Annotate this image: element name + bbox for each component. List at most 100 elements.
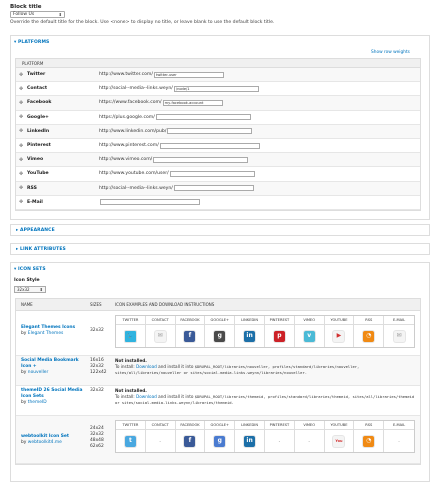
platform-url-input[interactable]: /node/1 — [173, 85, 259, 92]
drag-handle-icon[interactable]: ✥ — [19, 86, 27, 92]
drag-handle-icon[interactable]: ✥ — [19, 199, 27, 205]
author-link[interactable]: webtoolkit4.me — [28, 440, 62, 445]
platform-row-rss: ✥ RSS http://social--media--links.weyn/ — [16, 181, 420, 196]
sizes-header: SIZES — [90, 302, 102, 307]
platform-url-prefix: http://www.twitter.com/ — [99, 72, 153, 78]
platform-url-prefix: http://www.youtube.com/user/ — [99, 171, 169, 177]
platform-row-pinterest: ✥ Pinterest http://www.pinterest.com/ — [16, 139, 420, 154]
example-header-contact: CONTACT — [146, 316, 176, 324]
platform-url-input[interactable] — [169, 170, 255, 177]
platform-name: Vimeo — [27, 157, 44, 163]
block-title-input[interactable]: Follow Us ⬍ — [10, 11, 65, 18]
example-header-rss: RSS — [354, 421, 385, 429]
link-attributes-fieldset[interactable]: ▸ LINK ATTRIBUTES — [10, 243, 430, 255]
icon-set-sizes: 32x32 — [90, 328, 104, 333]
example-header-vimeo: VIMEO — [295, 316, 325, 324]
facebook-icon: f — [184, 330, 196, 342]
block-title-label: Block title — [10, 4, 42, 10]
icon-style-select[interactable]: 32x32 ⬍ — [14, 286, 46, 293]
download-link[interactable]: Download — [136, 394, 157, 399]
icon-set-name[interactable]: Social Media Bookmark Icon + — [21, 358, 88, 370]
table-row: Elegant Themes Icons by Elegant Themes 3… — [16, 311, 420, 356]
platform-row-linkedin: ✥ LinkedIn http://www.linkedin.com/pub/ — [16, 124, 420, 139]
pinterest-icon: p — [273, 330, 285, 342]
drag-handle-icon[interactable]: ✥ — [19, 114, 27, 120]
drag-handle-icon[interactable]: ✥ — [19, 72, 27, 78]
platform-row-twitter: ✥ Twitter http://www.twitter.com/twitter-u… — [16, 68, 420, 83]
platform-name: Google+ — [27, 114, 49, 120]
linkedin-icon: in — [244, 435, 256, 447]
platform-name: Twitter — [27, 72, 46, 78]
platform-column-header: PLATFORM — [16, 59, 420, 68]
platform-url-input[interactable] — [167, 128, 253, 135]
table-row: webtoolkit Icon Set by webtoolkit4.me 24… — [16, 416, 420, 464]
table-row: themeID 26 Social Media Icon Sets by the… — [16, 386, 420, 416]
googleplus-icon: g — [214, 330, 226, 342]
examples-header: ICON EXAMPLES AND DOWNLOAD INSTRUCTIONS — [115, 302, 215, 307]
platform-url-prefix: http://social--media--links.weyn/ — [99, 185, 173, 191]
author-link[interactable]: nouveller — [28, 370, 49, 375]
platform-url-prefix: http://www.pinterest.com/ — [99, 143, 159, 149]
platform-url-input[interactable] — [173, 185, 254, 192]
example-header-rss: RSS — [354, 316, 385, 324]
example-header-facebook: FACEBOOK — [176, 316, 206, 324]
drag-handle-icon[interactable]: ✥ — [19, 143, 27, 149]
block-title-description: Override the default title for the block… — [10, 20, 275, 25]
platform-url-input[interactable] — [159, 142, 260, 149]
platform-url-input[interactable] — [155, 114, 251, 121]
drag-handle-icon[interactable]: ✥ — [19, 185, 27, 191]
chevron-down-icon: ⬍ — [39, 287, 43, 292]
platform-url-input[interactable]: twitter-user — [153, 71, 224, 78]
drag-handle-icon[interactable]: ✥ — [19, 157, 27, 163]
platform-name: Facebook — [27, 100, 52, 106]
table-row: Social Media Bookmark Icon + by nouvelle… — [16, 356, 420, 386]
twitter-icon: 🐦 — [124, 330, 136, 342]
rss-icon: ◔ — [363, 435, 375, 447]
platform-row-google: ✥ Google+ https://plus.google.com/ — [16, 111, 420, 125]
dash-text: - — [398, 439, 400, 443]
example-header-youtube: YOUTUBE — [325, 421, 355, 429]
icon-style-label: Icon Style — [14, 278, 40, 283]
author-link[interactable]: themeID — [28, 400, 47, 405]
platform-name: Contact — [27, 86, 48, 92]
icon-set-sizes: 24x24 32x32 48x48 62x62 — [90, 426, 104, 449]
platform-url-prefix: https://www.facebook.com/ — [99, 100, 162, 106]
platforms-legend[interactable]: ▾ PLATFORMS — [14, 40, 49, 45]
platform-row-facebook: ✥ Facebook https://www.facebook.com/my-fac… — [16, 96, 420, 111]
author-link[interactable]: Elegant Themes — [28, 331, 64, 336]
platform-row-contact: ✥ Contact http://social--media--links.weyn… — [16, 82, 420, 97]
youtube-icon: You — [333, 435, 345, 447]
platform-name: RSS — [27, 185, 37, 191]
platform-url-input[interactable]: my-facebook-account — [162, 99, 223, 106]
example-icons-row-webtoolkit: t - f g in - - You ◔ - — [116, 430, 414, 452]
appearance-legend[interactable]: ▸ APPEARANCE — [16, 228, 55, 233]
icon-set-name[interactable]: themeID 26 Social Media Icon Sets — [21, 388, 88, 400]
email-icon: ✉ — [393, 330, 405, 342]
show-row-weights-link[interactable]: Show row weights — [371, 50, 410, 55]
example-header-email: E-MAIL — [392, 318, 406, 322]
platform-url-input[interactable] — [100, 199, 200, 206]
dropdown-icon: ⬍ — [58, 12, 62, 17]
download-link[interactable]: Download — [136, 364, 157, 369]
example-header-twitter: TWITTER — [116, 316, 146, 324]
icon-sets-legend[interactable]: ▾ ICON SETS — [14, 267, 46, 272]
example-header-pinterest: PINTEREST — [265, 421, 295, 429]
platform-url-prefix: https://plus.google.com/ — [99, 114, 155, 120]
drag-handle-icon[interactable]: ✥ — [19, 128, 27, 134]
example-header-row: TWITTER CONTACT FACEBOOK GOOGLE+ LINKEDIN PIN… — [116, 316, 414, 325]
drag-handle-icon[interactable]: ✥ — [19, 100, 27, 106]
example-header-vimeo: VIMEO — [295, 421, 325, 429]
platform-url-input[interactable] — [153, 156, 249, 163]
link-attributes-legend[interactable]: ▸ LINK ATTRIBUTES — [16, 247, 66, 252]
drag-handle-icon[interactable]: ✥ — [19, 171, 27, 177]
example-header-email: E-MAIL — [392, 423, 406, 427]
example-header-pinterest: PINTEREST — [265, 316, 295, 324]
example-header-row: TWITTER CONTACT FACEBOOK GOOGLE+ LINKEDIN PIN… — [116, 421, 414, 430]
platform-row-email: ✥ E-Mail — [16, 196, 420, 210]
example-header-facebook: FACEBOOK — [176, 421, 206, 429]
example-header-twitter: TWITTER — [116, 421, 146, 429]
rss-icon: ◔ — [363, 330, 375, 342]
vimeo-icon: v — [303, 330, 315, 342]
appearance-fieldset[interactable]: ▸ APPEARANCE — [10, 224, 430, 236]
example-header-youtube: YOUTUBE — [325, 316, 355, 324]
